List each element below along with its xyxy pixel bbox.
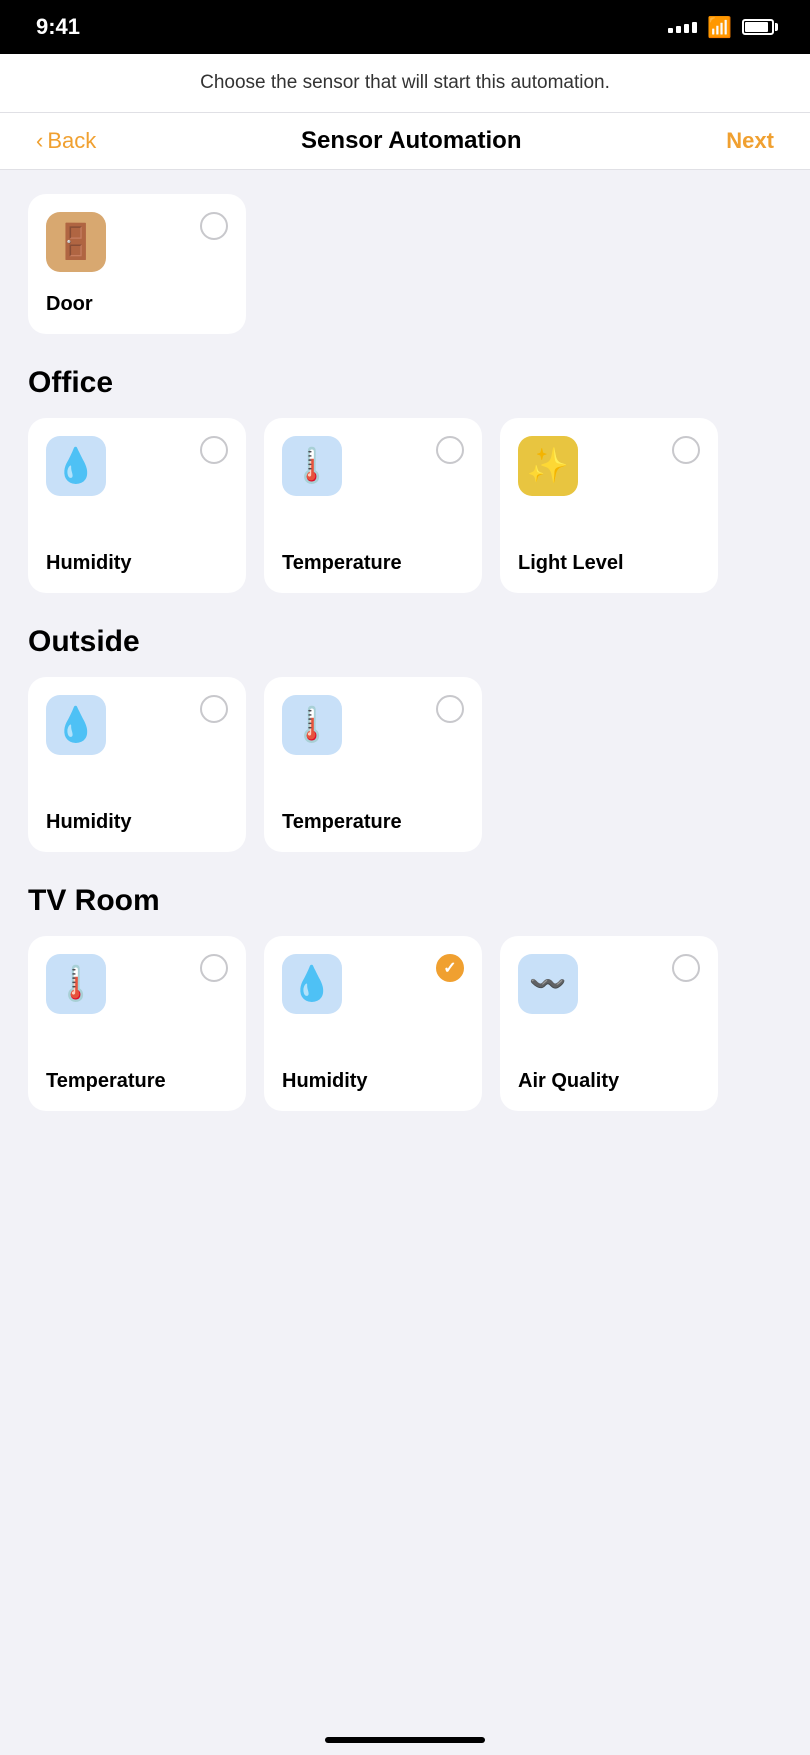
door-label: Door <box>46 293 228 316</box>
tvroom-humidity-card[interactable]: 💧 Humidity <box>264 936 482 1111</box>
outside-grid: 💧 Humidity 🌡️ Temperature <box>28 677 782 852</box>
battery-icon <box>742 19 774 35</box>
tvroom-temperature-card[interactable]: 🌡️ Temperature <box>28 936 246 1111</box>
humidity-icon-box: 💧 <box>282 954 342 1014</box>
temperature-icon: 🌡️ <box>291 705 333 745</box>
card-top: ✨ <box>518 436 700 496</box>
card-top: 🌡️ <box>282 436 464 496</box>
outside-humidity-radio[interactable] <box>200 695 228 723</box>
office-section-title: Office <box>28 366 782 400</box>
temperature-icon-box: 🌡️ <box>46 954 106 1014</box>
door-row: 🚪 Door <box>28 194 782 334</box>
card-top: 〰️ <box>518 954 700 1014</box>
office-light-card[interactable]: ✨ Light Level <box>500 418 718 593</box>
outside-section-title: Outside <box>28 625 782 659</box>
outside-temperature-radio[interactable] <box>436 695 464 723</box>
card-top: 💧 <box>46 695 228 755</box>
tvroom-section-title: TV Room <box>28 884 782 918</box>
status-time: 9:41 <box>36 14 80 40</box>
page-title: Sensor Automation <box>301 127 521 155</box>
light-icon-box: ✨ <box>518 436 578 496</box>
temperature-icon: 🌡️ <box>55 964 97 1004</box>
temperature-icon: 🌡️ <box>291 446 333 486</box>
tvroom-temperature-label: Temperature <box>46 1070 228 1093</box>
door-radio[interactable] <box>200 212 228 240</box>
signal-icon <box>668 22 697 33</box>
tvroom-grid: 🌡️ Temperature 💧 Humidity 〰️ Ai <box>28 936 782 1111</box>
door-card[interactable]: 🚪 Door <box>28 194 246 334</box>
status-bar: 9:41 📶 <box>0 0 810 54</box>
door-icon-box: 🚪 <box>46 212 106 272</box>
home-indicator <box>325 1737 485 1743</box>
office-light-label: Light Level <box>518 552 700 575</box>
office-grid: 💧 Humidity 🌡️ Temperature ✨ Lig <box>28 418 782 593</box>
humidity-icon: 💧 <box>55 705 97 745</box>
back-label: Back <box>47 128 96 154</box>
tvroom-airquality-label: Air Quality <box>518 1070 700 1093</box>
nav-bar: ‹ Back Sensor Automation Next <box>0 113 810 170</box>
tvroom-humidity-label: Humidity <box>282 1070 464 1093</box>
office-humidity-card[interactable]: 💧 Humidity <box>28 418 246 593</box>
tvroom-airquality-radio[interactable] <box>672 954 700 982</box>
tvroom-humidity-radio[interactable] <box>436 954 464 982</box>
airquality-icon-box: 〰️ <box>518 954 578 1014</box>
card-top: 💧 <box>46 436 228 496</box>
office-light-radio[interactable] <box>672 436 700 464</box>
office-temperature-card[interactable]: 🌡️ Temperature <box>264 418 482 593</box>
humidity-icon: 💧 <box>55 446 97 486</box>
temperature-icon-box: 🌡️ <box>282 436 342 496</box>
humidity-icon: 💧 <box>291 964 333 1004</box>
light-icon: ✨ <box>527 446 569 486</box>
humidity-icon-box: 💧 <box>46 695 106 755</box>
wifi-icon: 📶 <box>707 15 732 40</box>
chevron-left-icon: ‹ <box>36 128 43 154</box>
subtitle-text: Choose the sensor that will start this a… <box>0 54 810 113</box>
door-card-top: 🚪 <box>46 212 228 272</box>
back-button[interactable]: ‹ Back <box>36 128 96 154</box>
outside-temperature-card[interactable]: 🌡️ Temperature <box>264 677 482 852</box>
office-humidity-radio[interactable] <box>200 436 228 464</box>
door-icon: 🚪 <box>55 222 97 262</box>
card-top: 🌡️ <box>282 695 464 755</box>
content-area: 🚪 Door Office 💧 Humidity 🌡️ <box>0 194 810 1171</box>
office-temperature-radio[interactable] <box>436 436 464 464</box>
temperature-icon-box: 🌡️ <box>282 695 342 755</box>
office-temperature-label: Temperature <box>282 552 464 575</box>
card-top: 💧 <box>282 954 464 1014</box>
humidity-icon-box: 💧 <box>46 436 106 496</box>
status-icons: 📶 <box>668 15 774 40</box>
outside-temperature-label: Temperature <box>282 811 464 834</box>
outside-humidity-label: Humidity <box>46 811 228 834</box>
card-top: 🌡️ <box>46 954 228 1014</box>
tvroom-airquality-card[interactable]: 〰️ Air Quality <box>500 936 718 1111</box>
next-button[interactable]: Next <box>726 128 774 154</box>
outside-humidity-card[interactable]: 💧 Humidity <box>28 677 246 852</box>
tvroom-temperature-radio[interactable] <box>200 954 228 982</box>
office-humidity-label: Humidity <box>46 552 228 575</box>
airquality-icon: 〰️ <box>529 967 566 1002</box>
